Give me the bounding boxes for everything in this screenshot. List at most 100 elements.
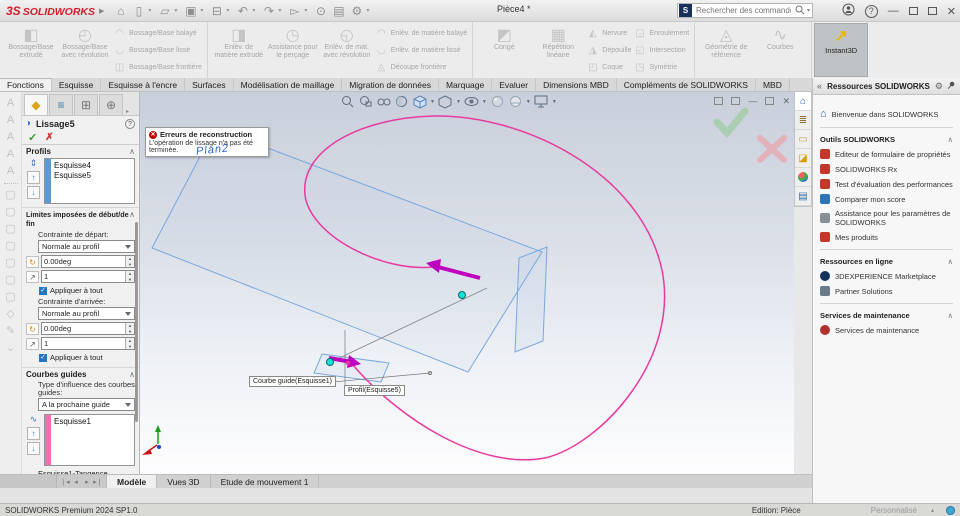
status-globe-icon[interactable]: [946, 505, 955, 515]
guide-item[interactable]: Esquisse1: [54, 417, 132, 427]
logo-flyout-arrow-icon[interactable]: ▶: [99, 7, 104, 15]
status-caret-icon[interactable]: ▴: [931, 507, 934, 514]
views-3d-tab[interactable]: Vues 3D: [157, 475, 211, 488]
collapse-chevron-icon[interactable]: ∧: [948, 135, 954, 144]
search-input[interactable]: [694, 5, 793, 16]
redo-caret-icon[interactable]: ▾: [278, 7, 285, 14]
print-caret-icon[interactable]: ▾: [226, 7, 233, 14]
start-tangent-spinner[interactable]: 1 ▲ ▼: [41, 270, 135, 283]
view-palette-tab[interactable]: ◪: [795, 149, 811, 168]
apply-all-checkbox[interactable]: ✓: [39, 353, 47, 362]
section-view-icon[interactable]: [394, 94, 409, 109]
collapse-pane-icon[interactable]: «: [817, 81, 822, 91]
annotation-icon[interactable]: A: [7, 132, 14, 143]
cut-revolve-button[interactable]: ◵ Enlèv. de mat. avec révolution: [321, 24, 373, 76]
tab-complements[interactable]: Compléments de SOLIDWORKS: [617, 78, 756, 91]
move-down-button[interactable]: ↓: [27, 186, 40, 199]
boss-boundary-button[interactable]: ◫ Bossage/Base frontière: [113, 59, 202, 75]
profile-item[interactable]: Esquisse5: [54, 171, 132, 181]
hole-wizard-button[interactable]: ◷ Assistance pour le perçage: [267, 24, 319, 76]
redo-icon[interactable]: ↷: [260, 1, 277, 21]
sketch-point[interactable]: [345, 360, 351, 366]
featuremanager-tab[interactable]: ≡: [49, 94, 73, 115]
close-button[interactable]: ✕: [947, 5, 956, 18]
cancel-x-watermark-icon[interactable]: [757, 135, 787, 163]
open-document-icon[interactable]: ▱: [156, 1, 173, 21]
boss-sweep-button[interactable]: ◠ Bossage/Base balayé: [113, 25, 202, 41]
graphics-viewport[interactable]: ▼ ▼ ▼ ▼ ▼ — ✕ ✕ Erreurs de reconstructio…: [140, 92, 794, 474]
stepper-icon[interactable]: ▲ ▼: [125, 323, 134, 334]
solid-body-icon[interactable]: ▢: [5, 224, 15, 235]
scroll-last-icon[interactable]: ▸❘: [93, 478, 103, 486]
caret-icon[interactable]: ▼: [552, 99, 557, 105]
view-settings-icon[interactable]: [534, 94, 549, 109]
custom-properties-tab[interactable]: ▤: [795, 187, 811, 206]
pm-scrollbar-thumb[interactable]: [135, 222, 138, 422]
restore-button[interactable]: [908, 7, 918, 15]
account-icon[interactable]: [842, 3, 855, 19]
doc-window-icon[interactable]: [714, 97, 724, 105]
resources-home-tab[interactable]: ⌂: [795, 92, 811, 111]
reference-geometry-button[interactable]: ◬ Géométrie de référence: [700, 24, 752, 76]
design-library-tab[interactable]: ≣: [795, 111, 811, 130]
rib-button[interactable]: ◭ Nervure: [586, 25, 631, 41]
maximize-button[interactable]: [927, 7, 937, 15]
annotation-icon[interactable]: A: [7, 98, 14, 109]
film-list-icon[interactable]: ▤: [330, 1, 347, 21]
select-cursor-icon[interactable]: ▻: [286, 1, 303, 21]
edit-appearance-icon[interactable]: [490, 94, 505, 109]
online-link[interactable]: 3DEXPERIENCE Marketplace: [820, 271, 953, 281]
cut-sweep-button[interactable]: ◠ Enlèv. de matière balayé: [375, 25, 467, 41]
search-caret-icon[interactable]: ▾: [807, 7, 810, 14]
end-constraint-select[interactable]: Normale au profil: [38, 307, 135, 320]
maintenance-link[interactable]: Services de maintenance: [820, 325, 953, 335]
boss-loft-button[interactable]: ◡ Bossage/Base lissé: [113, 42, 202, 58]
start-constraint-select[interactable]: Normale au profil: [38, 240, 135, 253]
doc-close-button[interactable]: ✕: [782, 94, 790, 108]
zoom-area-icon[interactable]: [358, 94, 373, 109]
tool-link[interactable]: Editeur de formulaire de propriétés: [820, 149, 953, 159]
instant3d-button[interactable]: ↗ Instant3D: [814, 23, 869, 77]
boss-extrude-button[interactable]: ◧ Bossage/Base extrudé: [5, 24, 57, 76]
loft-connector-point[interactable]: [326, 358, 334, 366]
solid-body-icon[interactable]: ▢: [5, 190, 15, 201]
help-icon[interactable]: ?: [864, 4, 878, 18]
profile-callout[interactable]: Profil(Esquisse5): [344, 385, 405, 396]
cut-boundary-button[interactable]: ◬ Découpe frontière: [375, 59, 468, 75]
caret-icon[interactable]: ▼: [456, 99, 461, 105]
end-angle-spinner[interactable]: 0.00deg ▲ ▼: [41, 322, 135, 335]
guide-curve-callout[interactable]: Courbe guide(Esquisse1): [249, 376, 336, 387]
annotation-icon[interactable]: A: [7, 149, 14, 160]
options-gear-icon[interactable]: ⚙: [348, 1, 365, 21]
command-search-box[interactable]: S ▾: [677, 3, 813, 18]
attachment-icon[interactable]: ⊙: [312, 1, 329, 21]
move-up-button[interactable]: ↑: [27, 427, 40, 440]
caret-icon[interactable]: ▼: [430, 99, 435, 105]
tab-dimensions-mbd[interactable]: Dimensions MBD: [536, 78, 617, 91]
configuration-tab[interactable]: ⊞: [74, 94, 98, 115]
caret-icon[interactable]: ▼: [482, 99, 487, 105]
tool-link[interactable]: Mes produits: [820, 232, 953, 242]
new-caret-icon[interactable]: ▾: [148, 7, 155, 14]
display-style-icon[interactable]: [438, 94, 453, 109]
tab-maillage[interactable]: Modélisation de maillage: [234, 78, 343, 91]
welcome-link[interactable]: ⌂ Bienvenue dans SOLIDWORKS: [820, 108, 953, 120]
collapse-chevron-icon[interactable]: ∧: [948, 311, 954, 320]
tool-link[interactable]: Comparer mon score: [820, 194, 953, 204]
guides-listbox[interactable]: Esquisse1: [44, 414, 135, 466]
tab-surfaces[interactable]: Surfaces: [185, 78, 234, 91]
stepper-icon[interactable]: ▲ ▼: [125, 271, 134, 282]
collapse-chevron-icon[interactable]: ∧: [948, 257, 954, 266]
linear-pattern-button[interactable]: ▦ Répétition linéaire: [532, 24, 584, 76]
caret-icon[interactable]: ▼: [526, 99, 531, 105]
tool-link[interactable]: SOLIDWORKS Rx: [820, 164, 953, 174]
apply-all-checkbox[interactable]: ✓: [39, 286, 47, 295]
file-explorer-tab[interactable]: ▭: [795, 130, 811, 149]
previous-view-icon[interactable]: [376, 94, 391, 109]
solid-body-icon[interactable]: ▢: [5, 207, 15, 218]
influence-select[interactable]: A la prochaine guide: [38, 398, 135, 411]
hide-show-items-icon[interactable]: [464, 94, 479, 109]
motion-study-tab[interactable]: Etude de mouvement 1: [211, 475, 320, 488]
mirror-button[interactable]: ◳ Symétrie: [633, 59, 689, 75]
annotation-icon[interactable]: A: [7, 166, 14, 177]
